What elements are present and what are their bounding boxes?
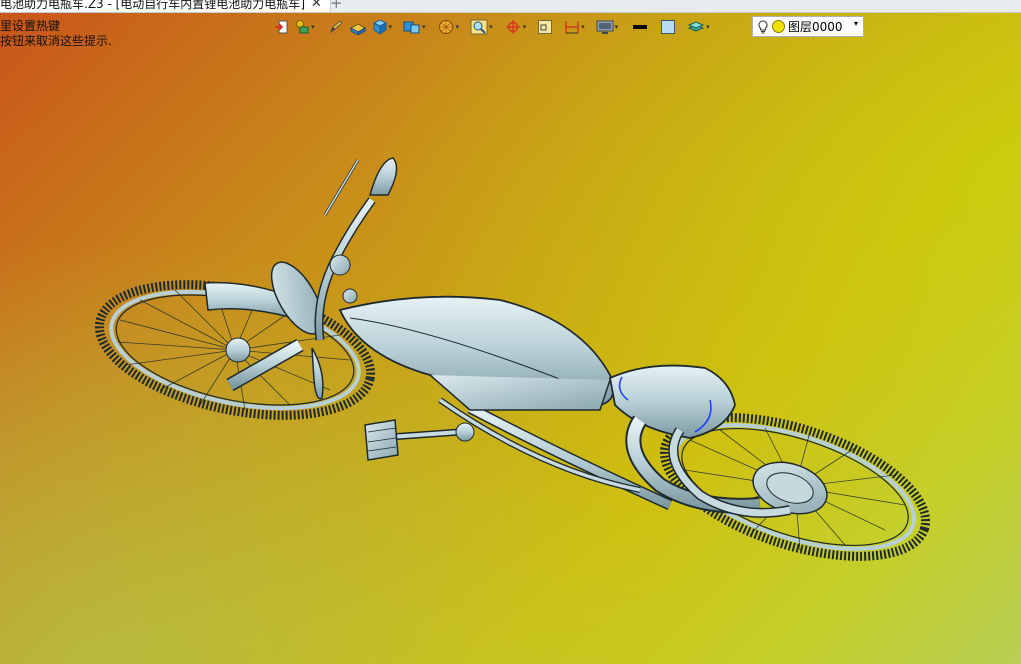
render-button[interactable]: ▾ — [435, 16, 462, 38]
display-button[interactable]: ▾ — [594, 16, 621, 38]
display-icon — [596, 20, 614, 34]
zoom-fit-icon — [470, 19, 488, 35]
lightbulb-icon[interactable] — [758, 19, 768, 34]
view-toolbar: ▾ ▾ ▾ ▾ ▾ ▾ ▾ ▾ ▾ — [271, 16, 712, 38]
dropdown-icon: ▾ — [706, 23, 710, 31]
dropdown-icon: ▾ — [422, 23, 426, 31]
tab-bar: 电池助力电瓶车.Z3 - [电动自行车内置锂电池助力电瓶车] ✕ + — [0, 0, 1021, 13]
layer-color-dot — [772, 20, 785, 33]
cube-button[interactable]: ▾ — [370, 16, 395, 38]
dimension-icon — [565, 21, 579, 34]
hint-line-1: 里设置热键 — [0, 19, 61, 33]
pivot-button[interactable]: ▾ — [502, 16, 529, 38]
chevron-down-icon[interactable]: ▾ — [854, 19, 858, 28]
history-icon — [296, 20, 309, 34]
dropdown-icon: ▾ — [614, 23, 619, 31]
pencil-icon — [329, 20, 343, 34]
close-icon[interactable]: ✕ — [311, 0, 322, 12]
pedal-crank — [364, 419, 475, 461]
cube-icon — [372, 19, 387, 35]
add-tab-icon[interactable]: + — [330, 0, 343, 11]
frame-button[interactable] — [535, 16, 555, 38]
view-cube-button[interactable]: ▾ — [401, 16, 428, 38]
exit-button[interactable] — [271, 16, 291, 38]
dropdown-icon: ▾ — [455, 23, 460, 31]
solid-box-icon — [349, 23, 366, 35]
document-tab[interactable]: 电池助力电瓶车.Z3 - [电动自行车内置锂电池助力电瓶车] ✕ — [0, 0, 331, 12]
layer-name: 图层0000 — [788, 20, 843, 34]
line-color-icon — [633, 25, 648, 29]
pivot-icon — [505, 20, 520, 34]
dropdown-icon: ▾ — [522, 23, 527, 31]
line-color-button[interactable] — [629, 16, 651, 38]
handlebar — [311, 157, 398, 400]
exit-icon — [275, 20, 288, 34]
view-cube-icon — [403, 21, 420, 34]
dropdown-icon: ▾ — [311, 23, 315, 31]
fill-color-icon — [661, 20, 676, 34]
solid-button[interactable] — [347, 16, 369, 38]
sketch-button[interactable] — [326, 16, 346, 38]
dropdown-icon: ▾ — [489, 23, 493, 31]
bike-frame — [204, 261, 791, 518]
frame-icon — [538, 20, 553, 34]
dimension-button[interactable]: ▾ — [562, 16, 587, 38]
history-button[interactable]: ▾ — [292, 16, 317, 38]
dropdown-icon: ▾ — [388, 23, 393, 31]
dropdown-icon: ▾ — [581, 23, 585, 31]
fill-color-button[interactable] — [658, 16, 678, 38]
render-sphere-icon — [438, 20, 453, 34]
zoom-fit-button[interactable]: ▾ — [468, 16, 495, 38]
model-viewport[interactable] — [0, 40, 1021, 664]
layers-icon — [687, 21, 705, 32]
document-tab-title: 电池助力电瓶车.Z3 - [电动自行车内置锂电池助力电瓶车] — [0, 0, 305, 11]
layers-button[interactable]: ▾ — [685, 16, 712, 38]
layer-select[interactable]: 图层0000 ▾ — [752, 16, 864, 37]
